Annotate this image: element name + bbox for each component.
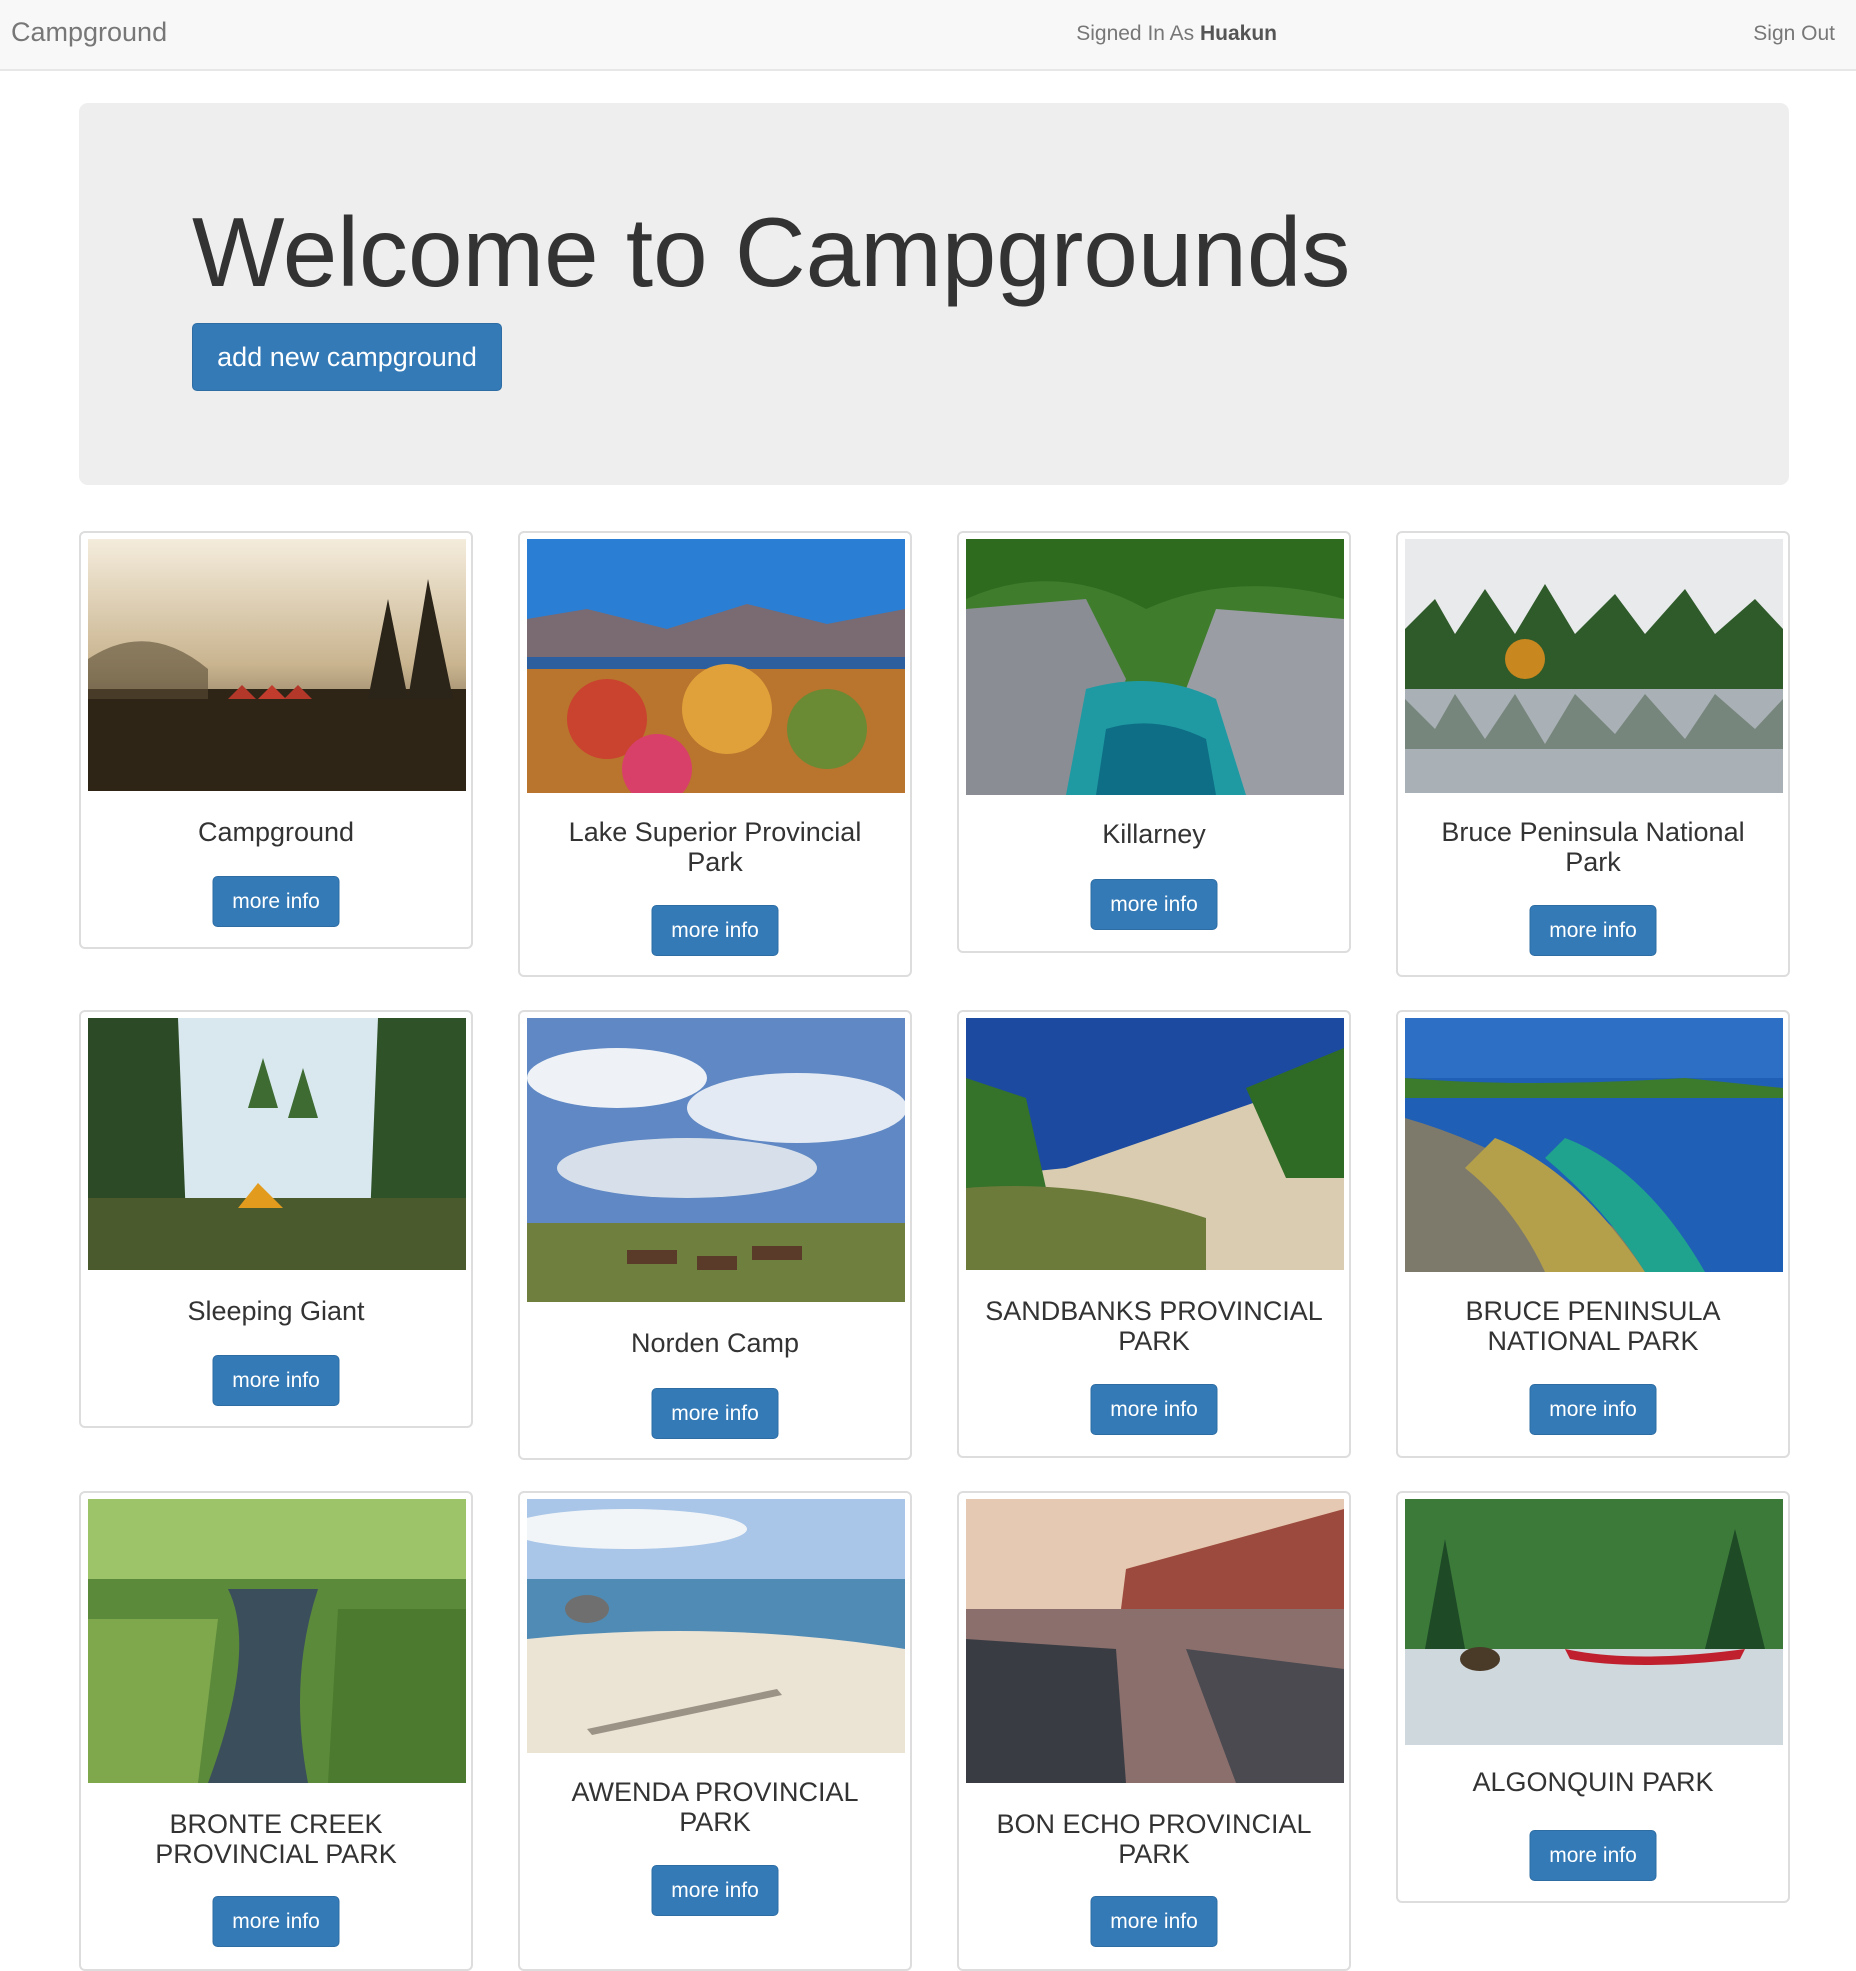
campground-card: Killarney more info bbox=[957, 531, 1351, 953]
more-info-button[interactable]: more info bbox=[1529, 1384, 1657, 1435]
more-info-button[interactable]: more info bbox=[1529, 1830, 1657, 1881]
campground-card: BON ECHO PROVINCIAL PARK more info bbox=[957, 1491, 1351, 1971]
campground-image bbox=[88, 1499, 466, 1783]
more-info-button[interactable]: more info bbox=[1090, 1896, 1218, 1947]
campground-card: SANDBANKS PROVINCIAL PARK more info bbox=[957, 1010, 1351, 1458]
campground-card: BRUCE PENINSULA NATIONAL PARK more info bbox=[1396, 1010, 1790, 1458]
campground-image bbox=[88, 1018, 466, 1270]
more-info-button[interactable]: more info bbox=[1529, 905, 1657, 956]
card-title: Lake Superior Provincial Park bbox=[568, 817, 862, 877]
campground-card: BRONTE CREEK PROVINCIAL PARK more info bbox=[79, 1491, 473, 1971]
campground-image bbox=[88, 539, 466, 791]
campground-card: Lake Superior Provincial Park more info bbox=[518, 531, 912, 977]
campground-image bbox=[966, 1018, 1344, 1270]
campground-card: Norden Camp more info bbox=[518, 1010, 912, 1460]
brand-link[interactable]: Campground bbox=[11, 17, 167, 48]
campground-image bbox=[1405, 1018, 1783, 1272]
signed-in-link[interactable]: Signed In As Huakun bbox=[1076, 22, 1277, 46]
card-title: AWENDA PROVINCIAL PARK bbox=[571, 1777, 859, 1837]
campground-card: Bruce Peninsula National Park more info bbox=[1396, 531, 1790, 977]
card-title: Sleeping Giant bbox=[187, 1296, 365, 1326]
card-title: Bruce Peninsula National Park bbox=[1441, 817, 1745, 877]
card-title: ALGONQUIN PARK bbox=[1472, 1767, 1714, 1797]
campground-image bbox=[1405, 539, 1783, 793]
signed-in-prefix: Signed In As bbox=[1076, 22, 1200, 45]
card-title: BON ECHO PROVINCIAL PARK bbox=[996, 1809, 1312, 1869]
card-title: BRONTE CREEK PROVINCIAL PARK bbox=[155, 1809, 397, 1869]
jumbotron: Welcome to Campgrounds add new campgroun… bbox=[79, 103, 1789, 485]
more-info-button[interactable]: more info bbox=[651, 1388, 779, 1439]
campground-card: Campground more info bbox=[79, 531, 473, 949]
campground-image bbox=[527, 539, 905, 793]
page-title: Welcome to Campgrounds bbox=[192, 197, 1351, 307]
card-title: Norden Camp bbox=[630, 1328, 800, 1358]
navbar: Campground Signed In As Huakun Sign Out bbox=[0, 0, 1856, 71]
campground-card: AWENDA PROVINCIAL PARK more info bbox=[518, 1491, 912, 1971]
more-info-button[interactable]: more info bbox=[651, 905, 779, 956]
add-campground-button[interactable]: add new campground bbox=[192, 323, 502, 391]
more-info-button[interactable]: more info bbox=[212, 1355, 340, 1406]
campground-card: Sleeping Giant more info bbox=[79, 1010, 473, 1428]
campground-image bbox=[527, 1018, 905, 1302]
more-info-button[interactable]: more info bbox=[1090, 1384, 1218, 1435]
more-info-button[interactable]: more info bbox=[651, 1865, 779, 1916]
more-info-button[interactable]: more info bbox=[212, 1896, 340, 1947]
card-title: SANDBANKS PROVINCIAL PARK bbox=[985, 1296, 1323, 1356]
more-info-button[interactable]: more info bbox=[1090, 879, 1218, 930]
campground-card: ALGONQUIN PARK more info bbox=[1396, 1491, 1790, 1903]
username: Huakun bbox=[1199, 22, 1277, 45]
card-title: Killarney bbox=[1102, 819, 1206, 849]
campground-image bbox=[527, 1499, 905, 1753]
sign-out-link[interactable]: Sign Out bbox=[1753, 22, 1835, 46]
more-info-button[interactable]: more info bbox=[212, 876, 340, 927]
campground-image bbox=[966, 1499, 1344, 1783]
card-title: BRUCE PENINSULA NATIONAL PARK bbox=[1465, 1296, 1721, 1356]
campground-image bbox=[1405, 1499, 1783, 1745]
card-title: Campground bbox=[197, 817, 355, 847]
campground-image bbox=[966, 539, 1344, 795]
